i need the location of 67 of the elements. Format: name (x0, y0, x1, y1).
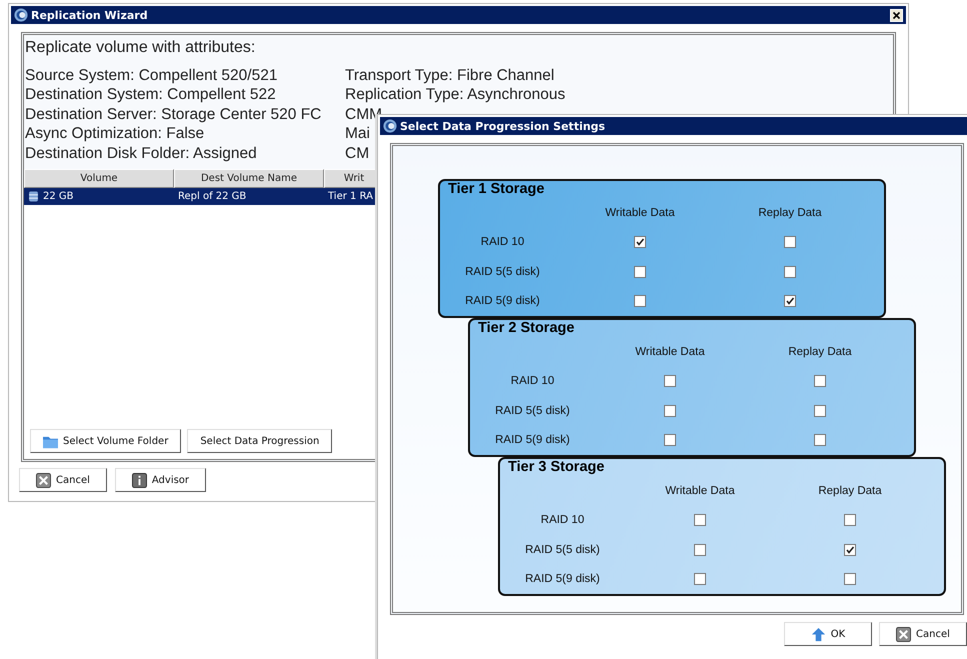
database-icon (28, 191, 39, 202)
attribute-text: Destination Server: Storage Center 520 FC (25, 104, 322, 124)
dialog-button[interactable]: OK (784, 622, 872, 646)
checkbox[interactable] (814, 404, 826, 417)
app-logo-icon (14, 8, 28, 22)
info-icon (132, 472, 147, 488)
app-logo-icon (383, 119, 397, 133)
panel-button[interactable]: Select Data Progression (187, 429, 332, 453)
attribute-text: CM (345, 144, 370, 164)
raid-label: RAID 5(9 disk) (465, 294, 540, 310)
attribute-text: Destination System: Compellent 522 (25, 85, 276, 105)
raid-label: RAID 5(5 disk) (465, 264, 540, 280)
raid-label: RAID 5(5 disk) (495, 404, 570, 419)
window-title: Replication Wizard (31, 8, 149, 22)
column-label: Writable Data (605, 206, 675, 221)
column-label: Replay Data (818, 484, 882, 499)
close-icon (896, 626, 912, 642)
checkbox[interactable] (634, 295, 646, 308)
checkbox[interactable] (694, 544, 706, 556)
column-label: Replay Data (758, 206, 822, 221)
attribute-text: Transport Type: Fibre Channel (345, 66, 554, 86)
checkbox[interactable] (664, 404, 676, 417)
checkbox[interactable] (814, 434, 826, 446)
table-cell-text: Tier 1 RA (328, 190, 373, 204)
up-arrow-icon (810, 626, 826, 642)
attribute-text: Source System: Compellent 520/521 (25, 66, 278, 86)
attribute-text: Mai (345, 124, 370, 144)
checkbox[interactable] (664, 434, 676, 446)
wizard-button[interactable]: Cancel (19, 468, 107, 492)
checkbox[interactable] (694, 573, 706, 586)
raid-label: RAID 10 (480, 235, 524, 250)
checkbox[interactable] (844, 573, 856, 586)
raid-label: RAID 5(9 disk) (495, 433, 570, 448)
window-title: Select Data Progression Settings (400, 120, 606, 132)
tier-title: Tier 3 Storage (507, 459, 606, 476)
checkbox[interactable] (844, 544, 856, 556)
raid-label: RAID 10 (510, 374, 554, 390)
table-cell-text: 22 GB (43, 190, 74, 204)
raid-label: RAID 10 (540, 513, 584, 528)
wizard-button[interactable]: Advisor (114, 468, 206, 492)
checkbox[interactable] (814, 375, 826, 388)
tier-title: Tier 1 Storage (447, 181, 546, 198)
column-label: Replay Data (788, 344, 852, 360)
attribute-text: Async Optimization: False (25, 124, 204, 144)
panel-heading: Replicate volume with attributes: (24, 38, 256, 57)
attribute-text: Destination Disk Folder: Assigned (25, 144, 257, 164)
attribute-text: Replication Type: Asynchronous (345, 85, 566, 105)
column-header[interactable]: Dest Volume Name (174, 169, 324, 188)
table-cell-text: Repl of 22 GB (178, 190, 246, 204)
column-label: Writable Data (635, 344, 705, 360)
tier-title: Tier 2 Storage (477, 320, 576, 337)
dialog-button[interactable]: Cancel (879, 622, 967, 646)
checkbox[interactable] (784, 295, 796, 308)
column-label: Writable Data (665, 484, 735, 499)
panel-button[interactable]: Select Volume Folder (30, 429, 182, 453)
checkbox[interactable] (784, 266, 796, 278)
checkbox[interactable] (634, 266, 646, 278)
checkbox[interactable] (664, 375, 676, 388)
raid-label: RAID 5(9 disk) (525, 572, 600, 588)
close-icon (36, 472, 51, 488)
checkbox[interactable] (844, 514, 856, 526)
checkbox[interactable] (694, 514, 706, 526)
raid-label: RAID 5(5 disk) (525, 542, 600, 558)
checkbox[interactable] (784, 236, 796, 248)
checkbox[interactable] (634, 236, 646, 248)
column-header[interactable]: Volume (24, 169, 174, 188)
close-button[interactable] (890, 8, 903, 22)
